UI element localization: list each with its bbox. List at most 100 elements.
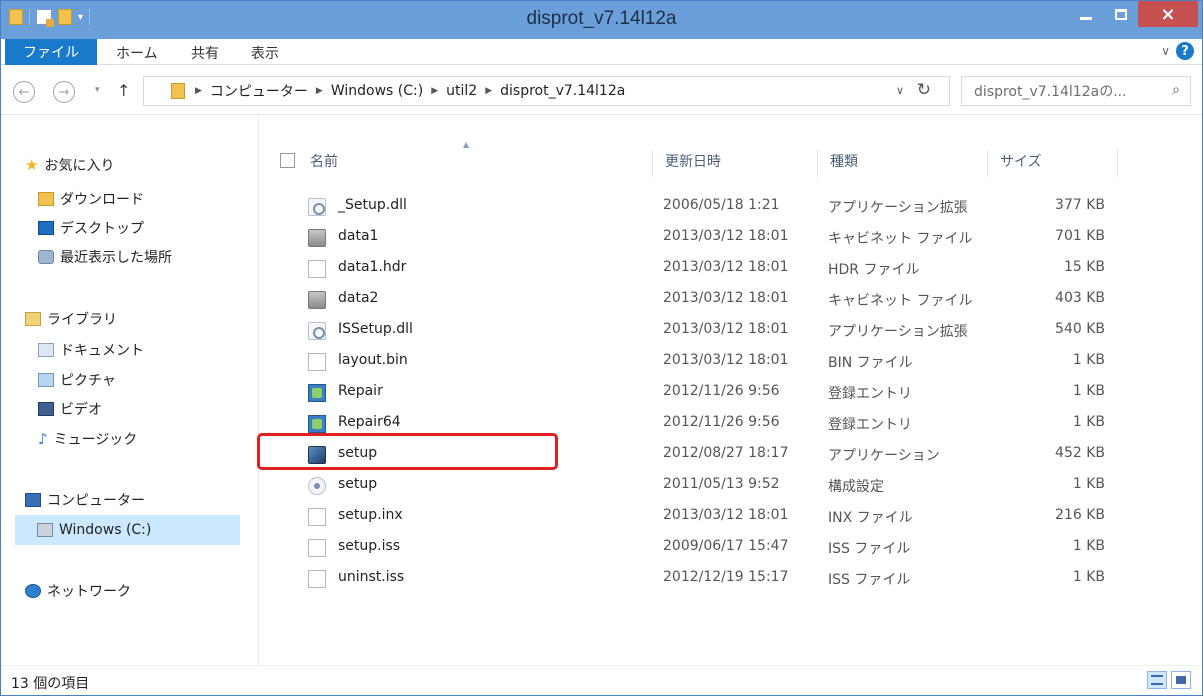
computer-icon <box>25 493 41 507</box>
navigation-pane: ★ お気に入り ダウンロード デスクトップ 最近表示した場所 ライブラリ ドキュ… <box>1 115 259 665</box>
file-row[interactable]: uninst.iss 2012/12/19 15:17 ISS ファイル 1 KB <box>260 563 1202 594</box>
file-icon <box>308 260 326 278</box>
nav-item-network[interactable]: ネットワーク <box>25 581 131 601</box>
nav-item-libraries[interactable]: ライブラリ <box>25 309 117 329</box>
column-header-type[interactable]: 種類 <box>830 151 858 171</box>
nav-label: ライブラリ <box>47 312 117 328</box>
nav-item-music[interactable]: ♪ ミュージック <box>38 429 137 449</box>
file-row[interactable]: setup 2011/05/13 9:52 構成設定 1 KB <box>260 470 1202 501</box>
refresh-icon[interactable]: ↻ <box>917 80 931 100</box>
breadcrumb-drive-c[interactable]: Windows (C:) <box>331 83 423 99</box>
content-area: ★ お気に入り ダウンロード デスクトップ 最近表示した場所 ライブラリ ドキュ… <box>1 115 1202 665</box>
file-type: INX ファイル <box>828 510 913 526</box>
column-separator[interactable] <box>817 149 818 177</box>
search-icon[interactable]: ⌕ <box>1172 82 1180 98</box>
libraries-icon <box>25 312 41 326</box>
file-row[interactable]: ISSetup.dll 2013/03/12 18:01 アプリケーション拡張 540… <box>260 315 1202 346</box>
column-header-name[interactable]: 名前 <box>310 151 338 171</box>
nav-label: コンピューター <box>47 493 145 509</box>
file-icon <box>308 353 326 371</box>
file-type: キャビネット ファイル <box>828 231 973 247</box>
registry-icon <box>308 384 326 402</box>
file-row[interactable]: data1.hdr 2013/03/12 18:01 HDR ファイル 15 KB <box>260 253 1202 284</box>
column-separator[interactable] <box>652 149 653 177</box>
tab-view[interactable]: 表示 <box>251 43 279 63</box>
cabinet-icon <box>308 291 326 309</box>
nav-item-pictures[interactable]: ピクチャ <box>38 370 116 390</box>
network-icon <box>25 584 41 598</box>
nav-label: デスクトップ <box>60 221 144 237</box>
file-row[interactable]: setup.inx 2013/03/12 18:01 INX ファイル 216 KB <box>260 501 1202 532</box>
videos-icon <box>38 402 54 416</box>
back-button[interactable]: ← <box>13 81 35 103</box>
expand-ribbon-chevron-icon[interactable]: ∨ <box>1161 44 1170 58</box>
file-list: ▲ 名前 更新日時 種類 サイズ _Setup.dll 2006/05/18 1:… <box>260 115 1202 665</box>
nav-label: ピクチャ <box>60 373 116 389</box>
file-row[interactable]: data1 2013/03/12 18:01 キャビネット ファイル 701 KB <box>260 222 1202 253</box>
file-row[interactable]: _Setup.dll 2006/05/18 1:21 アプリケーション拡張 377 K… <box>260 191 1202 222</box>
recent-locations-dropdown-icon[interactable]: ▾ <box>95 85 100 95</box>
nav-label: Windows (C:) <box>59 522 152 538</box>
details-view-button[interactable] <box>1147 671 1167 689</box>
file-size: 377 KB <box>1055 197 1105 213</box>
nav-item-favorites[interactable]: ★ お気に入り <box>25 155 114 175</box>
music-icon: ♪ <box>38 430 48 448</box>
breadcrumb-current-folder[interactable]: disprot_v7.14l12a <box>500 83 625 99</box>
file-size: 1 KB <box>1072 383 1105 399</box>
nav-item-desktop[interactable]: デスクトップ <box>38 218 144 238</box>
file-size: 216 KB <box>1055 507 1105 523</box>
file-row[interactable]: data2 2013/03/12 18:01 キャビネット ファイル 403 KB <box>260 284 1202 315</box>
tab-file[interactable]: ファイル <box>5 39 97 65</box>
address-history-dropdown-icon[interactable]: ∨ <box>896 84 904 97</box>
breadcrumb-separator-icon[interactable]: ▶ <box>431 86 438 96</box>
nav-item-videos[interactable]: ビデオ <box>38 399 102 419</box>
file-icon <box>308 570 326 588</box>
nav-label: ミュージック <box>53 432 138 448</box>
file-type: 登録エントリ <box>828 386 912 402</box>
select-all-checkbox[interactable] <box>280 153 295 168</box>
file-row[interactable]: layout.bin 2013/03/12 18:01 BIN ファイル 1 KB <box>260 346 1202 377</box>
up-level-button[interactable]: ↑ <box>117 81 130 100</box>
status-bar: 13 個の項目 <box>1 665 1202 695</box>
file-type: HDR ファイル <box>828 262 920 278</box>
breadcrumb-separator-icon[interactable]: ▶ <box>316 86 323 96</box>
file-date: 2012/11/26 9:56 <box>663 383 780 399</box>
forward-button[interactable]: → <box>53 81 75 103</box>
tab-home[interactable]: ホーム <box>116 43 158 63</box>
breadcrumb-util2[interactable]: util2 <box>446 83 477 99</box>
minimize-button[interactable] <box>1068 1 1103 27</box>
file-date: 2013/03/12 18:01 <box>663 321 789 337</box>
column-separator[interactable] <box>1117 149 1118 177</box>
nav-item-computer[interactable]: コンピューター <box>25 490 145 510</box>
nav-item-recent-places[interactable]: 最近表示した場所 <box>38 247 172 267</box>
nav-item-downloads[interactable]: ダウンロード <box>38 189 144 209</box>
breadcrumb-separator-icon[interactable]: ▶ <box>485 86 492 96</box>
column-header-date[interactable]: 更新日時 <box>665 151 721 171</box>
large-icons-view-button[interactable] <box>1171 671 1191 689</box>
help-button[interactable]: ? <box>1176 42 1194 60</box>
column-separator[interactable] <box>987 149 988 177</box>
nav-item-drive-c[interactable]: Windows (C:) <box>15 515 240 545</box>
address-bar[interactable]: ▶ コンピューター ▶ Windows (C:) ▶ util2 ▶ dispr… <box>143 76 950 106</box>
nav-item-documents[interactable]: ドキュメント <box>38 340 144 360</box>
recent-places-icon <box>38 250 54 264</box>
nav-label: お気に入り <box>44 158 115 174</box>
window-controls: × <box>1068 1 1198 27</box>
sort-ascending-icon: ▲ <box>463 140 470 149</box>
file-size: 452 KB <box>1055 445 1105 461</box>
tab-share[interactable]: 共有 <box>191 43 219 63</box>
close-button[interactable]: × <box>1138 1 1198 27</box>
breadcrumb-separator-icon[interactable]: ▶ <box>195 86 202 96</box>
column-header-size[interactable]: サイズ <box>1000 151 1042 171</box>
file-size: 1 KB <box>1072 476 1105 492</box>
file-name: Repair64 <box>338 414 401 430</box>
file-row[interactable]: setup.iss 2009/06/17 15:47 ISS ファイル 1 KB <box>260 532 1202 563</box>
breadcrumb-computer[interactable]: コンピューター <box>210 81 308 101</box>
search-input[interactable]: disprot_v7.14l12aの... ⌕ <box>961 76 1191 106</box>
file-size: 1 KB <box>1072 538 1105 554</box>
file-date: 2012/08/27 18:17 <box>663 445 789 461</box>
maximize-button[interactable] <box>1103 1 1138 27</box>
documents-icon <box>38 343 54 357</box>
title-bar[interactable]: ▾ disprot_v7.14l12a × <box>1 1 1202 39</box>
file-row[interactable]: Repair 2012/11/26 9:56 登録エントリ 1 KB <box>260 377 1202 408</box>
